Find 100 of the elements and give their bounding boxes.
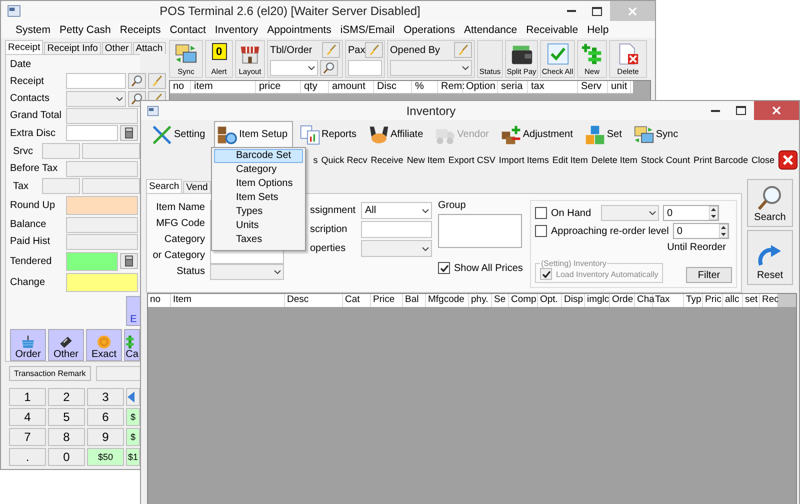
column-header[interactable]: price xyxy=(256,81,301,93)
toolbar-link[interactable]: Stock Count xyxy=(640,155,690,165)
menu-item[interactable]: Units xyxy=(214,219,303,233)
toolbar-button[interactable]: Sync xyxy=(630,121,684,148)
column-header[interactable]: Price xyxy=(371,294,403,307)
column-header[interactable]: allc xyxy=(723,294,743,307)
column-header[interactable]: % xyxy=(412,81,438,93)
column-header[interactable]: Disc xyxy=(374,81,412,93)
toolbar-link[interactable]: Quick Recv xyxy=(321,155,368,165)
filter-button[interactable]: Filter xyxy=(686,267,732,283)
keypad-key[interactable]: 9 xyxy=(87,428,124,446)
column-header[interactable]: Mfgcode xyxy=(426,294,469,307)
menu-item[interactable]: Category xyxy=(214,163,303,177)
dropdown[interactable]: All xyxy=(361,202,432,219)
menu-item[interactable]: Operations xyxy=(399,24,460,36)
menu-item[interactable]: Contact xyxy=(165,24,210,36)
menu-item[interactable]: Inventory xyxy=(210,24,263,36)
toolbar-link[interactable]: Delete Item xyxy=(591,155,638,165)
toolbar-link[interactable]: Edit Item xyxy=(552,155,588,165)
cash-key[interactable]: $1 xyxy=(126,448,140,466)
tab[interactable]: Search xyxy=(146,179,182,193)
column-header[interactable]: Pric xyxy=(703,294,723,307)
tab[interactable]: Other xyxy=(102,42,132,54)
cash-key[interactable]: $ xyxy=(126,428,140,446)
tab[interactable]: Attach xyxy=(132,42,166,54)
menu-item[interactable]: Help xyxy=(582,24,614,36)
column-header[interactable]: Cha xyxy=(635,294,653,307)
column-header[interactable]: Option xyxy=(463,81,498,93)
menu-item[interactable]: iSMS/Email xyxy=(336,24,400,36)
column-header[interactable]: set xyxy=(743,294,760,307)
column-header[interactable]: Bal xyxy=(403,294,426,307)
keypad-key[interactable]: 7 xyxy=(9,428,46,446)
menu-item[interactable]: Attendance xyxy=(459,24,522,36)
column-header[interactable]: amount xyxy=(329,81,374,93)
column-header[interactable]: seria xyxy=(498,81,528,93)
reset-button[interactable]: Reset xyxy=(747,230,793,285)
column-header[interactable]: phy. xyxy=(469,294,492,307)
toolbar-link[interactable]: Export CSV xyxy=(448,155,496,165)
keypad-key[interactable]: . xyxy=(9,448,46,466)
toolbar-button[interactable]: Adjustment xyxy=(498,121,578,148)
column-header[interactable]: item xyxy=(191,81,256,93)
toolbar-link[interactable]: Receive xyxy=(370,155,404,165)
cash-key[interactable]: $50 xyxy=(87,448,124,466)
column-header[interactable]: Typ xyxy=(684,294,703,307)
tab[interactable]: Vend xyxy=(183,181,211,193)
keypad-key[interactable]: 3 xyxy=(87,388,124,406)
menu-item[interactable]: Appointments xyxy=(262,24,336,36)
keypad-key[interactable]: 5 xyxy=(48,408,85,426)
payment-button[interactable]: Order xyxy=(10,329,46,361)
column-header[interactable]: Opt. xyxy=(538,294,562,307)
column-header[interactable]: Desc xyxy=(285,294,343,307)
remark-button[interactable]: Transaction Remark xyxy=(9,366,91,381)
column-header[interactable]: Comp xyxy=(509,294,538,307)
menu-item[interactable]: Barcode Set xyxy=(214,149,303,163)
keypad-key[interactable]: 4 xyxy=(9,408,46,426)
column-header[interactable]: no xyxy=(148,294,171,307)
column-header[interactable]: qty xyxy=(301,81,329,93)
column-header[interactable]: Disp xyxy=(562,294,585,307)
column-header[interactable]: Cat xyxy=(343,294,371,307)
keypad-key[interactable]: 2 xyxy=(48,388,85,406)
toolbar-button[interactable]: Affiliate xyxy=(366,121,428,148)
number-field[interactable]: 0 xyxy=(663,205,719,221)
toolbar-link[interactable]: Import Items xyxy=(498,155,549,165)
menu-item[interactable]: Item Sets xyxy=(214,191,303,205)
column-header[interactable]: Rem: xyxy=(438,81,463,93)
column-header[interactable]: Item xyxy=(171,294,285,307)
column-header[interactable]: Se xyxy=(492,294,509,307)
tab[interactable]: Receipt Info xyxy=(44,42,101,54)
column-header[interactable]: tax xyxy=(528,81,578,93)
payment-button[interactable]: Ca xyxy=(124,329,140,361)
toolbar-link[interactable]: New Item xyxy=(406,155,445,165)
toolbar-link[interactable]: Close xyxy=(751,155,774,165)
menu-item[interactable]: System xyxy=(11,24,56,36)
column-header[interactable]: no xyxy=(170,81,191,93)
column-header[interactable]: Tax xyxy=(653,294,684,307)
payment-button[interactable]: Exact xyxy=(86,329,122,361)
toolbar-link[interactable]: Print Barcode xyxy=(693,155,748,165)
menu-item[interactable]: Item Options xyxy=(214,177,303,191)
tab[interactable]: Receipt xyxy=(5,40,44,54)
column-header[interactable]: unit xyxy=(608,81,631,93)
menu-item[interactable]: Types xyxy=(214,205,303,219)
menu-item[interactable]: Receipts xyxy=(115,24,166,36)
menu-item[interactable]: Taxes xyxy=(214,233,303,247)
side-button[interactable]: E xyxy=(126,296,140,326)
keypad-key[interactable]: 6 xyxy=(87,408,124,426)
column-header[interactable]: Orde xyxy=(610,294,635,307)
toolbar-button[interactable]: Setting xyxy=(149,121,210,148)
keypad-key[interactable]: 0 xyxy=(48,448,85,466)
keypad-key[interactable]: 8 xyxy=(48,428,85,446)
toolbar-link[interactable]: s xyxy=(313,155,318,165)
cash-key[interactable]: $ xyxy=(126,408,140,426)
toolbar-button[interactable]: Set xyxy=(582,121,627,148)
search-button[interactable]: Search xyxy=(747,179,793,227)
keypad-key[interactable]: 1 xyxy=(9,388,46,406)
number-field[interactable]: 0 xyxy=(672,223,729,239)
toolbar-button[interactable]: Item Setup xyxy=(214,121,292,148)
toolbar-button[interactable]: Reports xyxy=(296,121,362,148)
menu-item[interactable]: Receivable xyxy=(522,24,583,36)
menu-item[interactable]: Petty Cash xyxy=(55,24,116,36)
column-header[interactable]: imglc xyxy=(585,294,610,307)
